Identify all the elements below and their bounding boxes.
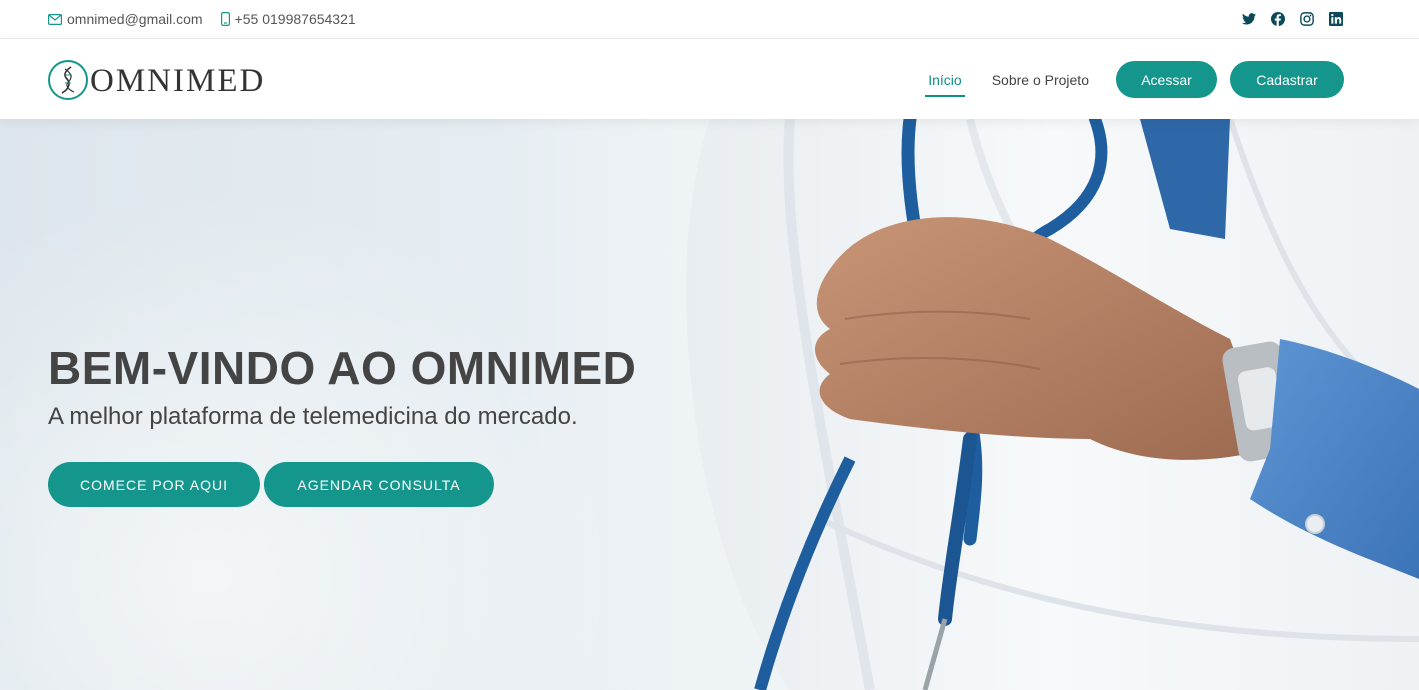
doctor-hero-image <box>686 119 1419 690</box>
social-links <box>1228 11 1344 27</box>
main-nav: Início Sobre o Projeto Acessar Cadastrar <box>925 61 1344 98</box>
phone-text: +55 019987654321 <box>234 11 356 27</box>
instagram-icon[interactable] <box>1299 11 1315 27</box>
acessar-button[interactable]: Acessar <box>1116 61 1217 98</box>
contact-info: omnimed@gmail.com +55 019987654321 <box>48 11 374 27</box>
envelope-icon <box>48 13 62 25</box>
main-header: OMNIMED Início Sobre o Projeto Acessar C… <box>0 39 1419 119</box>
phone-contact[interactable]: +55 019987654321 <box>220 11 356 27</box>
omnimed-logo[interactable]: OMNIMED <box>47 59 265 101</box>
nav-inicio[interactable]: Início <box>925 62 966 98</box>
hero-actions: COMECE POR AQUI AGENDAR CONSULTA <box>48 462 494 507</box>
logo-mark-icon <box>48 60 88 100</box>
logo-text: OMNIMED <box>90 62 266 99</box>
hero-title: BEM-VINDO AO OMNIMED <box>48 342 637 394</box>
top-contact-bar: omnimed@gmail.com +55 019987654321 <box>0 0 1419 39</box>
comece-por-aqui-button[interactable]: COMECE POR AQUI <box>48 462 260 507</box>
email-contact[interactable]: omnimed@gmail.com <box>48 11 203 27</box>
phone-icon <box>220 12 230 26</box>
facebook-icon[interactable] <box>1270 11 1286 27</box>
agendar-consulta-button[interactable]: AGENDAR CONSULTA <box>264 462 494 507</box>
hero-subtitle: A melhor plataforma de telemedicina do m… <box>48 403 578 430</box>
linkedin-icon[interactable] <box>1328 11 1344 27</box>
email-text: omnimed@gmail.com <box>67 11 203 27</box>
twitter-icon[interactable] <box>1241 11 1257 27</box>
hero-section: BEM-VINDO AO OMNIMED A melhor plataforma… <box>0 119 1419 690</box>
nav-sobre-projeto[interactable]: Sobre o Projeto <box>989 62 1092 98</box>
cadastrar-button[interactable]: Cadastrar <box>1230 61 1344 98</box>
